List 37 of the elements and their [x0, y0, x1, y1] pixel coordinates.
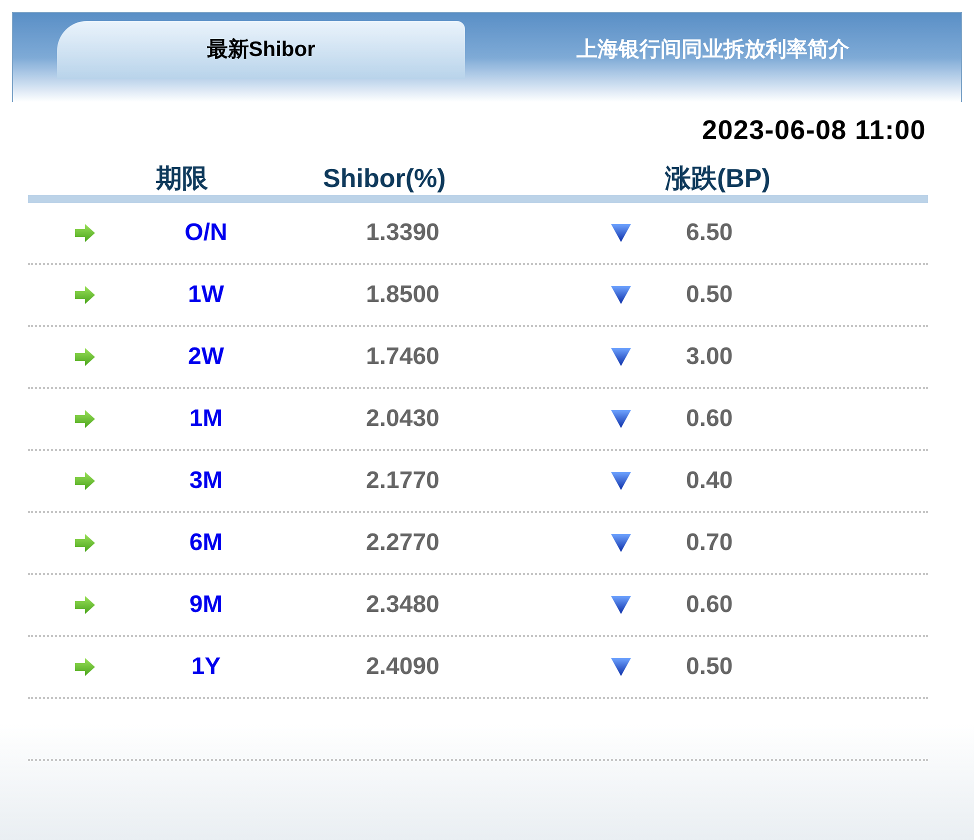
column-header: 期限 — [156, 162, 209, 195]
arrow-right-icon — [74, 346, 96, 366]
term-cell-text: 3M — [188, 466, 224, 496]
change-cell-text: 0.70 — [686, 528, 733, 558]
term-cell-text: O/N — [184, 218, 228, 248]
column-header: Shibor(%) — [323, 162, 447, 195]
arrow-right-icon — [74, 656, 96, 676]
arrow-right-icon — [74, 532, 96, 552]
rate-cell-text: 2.4090 — [366, 652, 440, 682]
arrow-right-icon — [74, 408, 96, 428]
term-cell-text: 6M — [188, 528, 224, 558]
arrow-right-icon — [74, 284, 96, 304]
change-cell-text: 3.00 — [686, 342, 733, 372]
timestamp: 2023-06-08 11:00 — [702, 114, 926, 147]
arrow-right-icon — [74, 222, 96, 242]
rate-cell-text: 1.3390 — [366, 218, 440, 248]
rate-cell-text: 2.2770 — [366, 528, 440, 558]
term-cell-text: 2W — [187, 342, 225, 372]
term-cell-text: 1Y — [190, 652, 222, 682]
rate-cell-text: 2.3480 — [366, 590, 440, 620]
change-cell-text: 0.60 — [686, 590, 733, 620]
change-cell-text: 0.50 — [686, 652, 733, 682]
rate-cell-text: 1.8500 — [366, 280, 440, 310]
term-cell-text: 1M — [188, 404, 224, 434]
arrow-right-icon — [74, 594, 96, 614]
change-cell-text: 0.40 — [686, 466, 733, 496]
change-cell-text: 6.50 — [686, 218, 733, 248]
change-cell-text: 0.50 — [686, 280, 733, 310]
change-cell-text: 0.60 — [686, 404, 733, 434]
rate-cell-text: 1.7460 — [366, 342, 440, 372]
term-cell-text: 9M — [188, 590, 224, 620]
arrow-right-icon — [74, 470, 96, 490]
column-header: 涨跌(BP) — [665, 162, 770, 195]
rate-cell-text: 2.0430 — [366, 404, 440, 434]
term-cell-text: 1W — [187, 280, 225, 310]
tab[interactable]: 最新Shibor — [57, 21, 465, 79]
rate-cell-text: 2.1770 — [366, 466, 440, 496]
